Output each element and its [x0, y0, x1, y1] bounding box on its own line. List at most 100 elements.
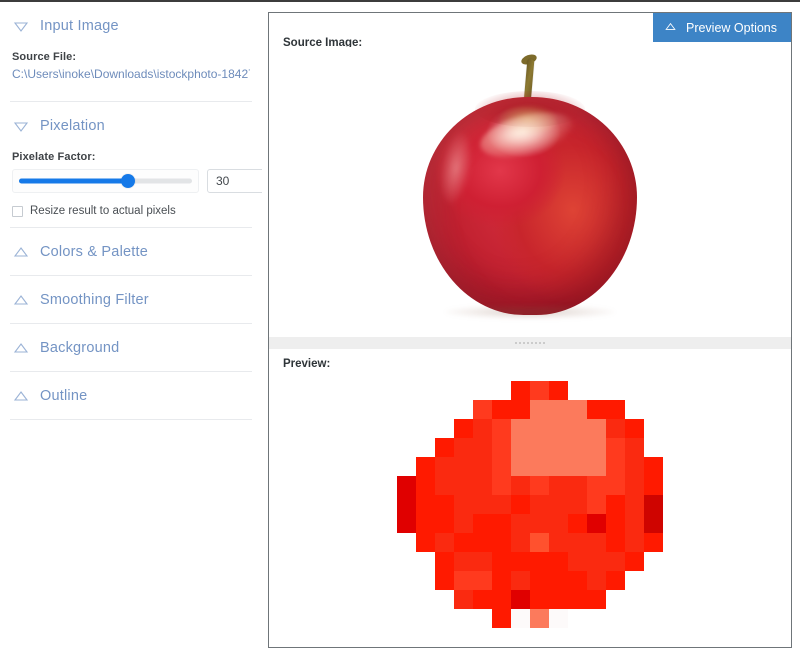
pixel-cell	[435, 552, 454, 571]
pixel-cell	[644, 533, 663, 552]
section-header-smoothing-filter[interactable]: Smoothing Filter	[0, 276, 262, 323]
pixel-cell	[435, 571, 454, 590]
pixel-cell	[587, 533, 606, 552]
resize-result-checkbox[interactable]	[12, 205, 23, 217]
resize-result-row[interactable]: Resize result to actual pixels	[12, 205, 250, 217]
pixel-cell	[549, 381, 568, 400]
pixel-cell	[397, 609, 416, 628]
pixel-cell	[568, 571, 587, 590]
pane-splitter[interactable]	[269, 337, 791, 349]
source-file-label: Source File:	[12, 51, 77, 63]
pixel-cell	[568, 552, 587, 571]
pixel-cell	[587, 590, 606, 609]
pixel-cell	[454, 457, 473, 476]
pixel-cell	[397, 552, 416, 571]
triangle-down-icon	[12, 117, 30, 135]
pixel-cell	[644, 476, 663, 495]
pixel-cell	[511, 381, 530, 400]
pixel-cell	[473, 552, 492, 571]
pixel-cell	[625, 571, 644, 590]
pixel-cell	[549, 552, 568, 571]
pixel-cell	[530, 495, 549, 514]
pixelate-factor-row	[12, 169, 262, 193]
pixel-cell	[625, 533, 644, 552]
pixel-cell	[530, 400, 549, 419]
pixel-cell	[397, 438, 416, 457]
section-header-input-image[interactable]: Input Image	[0, 2, 262, 49]
section-title-colors-palette: Colors & Palette	[40, 243, 148, 260]
divider	[10, 419, 252, 420]
pixel-cell	[435, 590, 454, 609]
pixel-cell	[416, 438, 435, 457]
pixelate-factor-input[interactable]	[207, 169, 262, 193]
pixel-cell	[625, 495, 644, 514]
pixel-cell	[492, 400, 511, 419]
pixel-cell	[549, 590, 568, 609]
pixel-cell	[473, 419, 492, 438]
pixel-cell	[492, 495, 511, 514]
pixel-cell	[587, 381, 606, 400]
pixel-cell	[473, 590, 492, 609]
pixel-cell	[587, 476, 606, 495]
pixel-cell	[530, 590, 549, 609]
drag-grip-icon	[514, 340, 546, 346]
pixel-cell	[549, 476, 568, 495]
pixel-cell	[435, 457, 454, 476]
pixel-cell	[397, 419, 416, 438]
pixel-cell	[397, 590, 416, 609]
slider-thumb[interactable]	[120, 174, 135, 188]
pixel-cell	[625, 381, 644, 400]
pixel-cell	[473, 457, 492, 476]
pixel-cell	[454, 476, 473, 495]
triangle-up-icon	[12, 291, 30, 309]
pixel-cell	[530, 514, 549, 533]
preview-options-label: Preview Options	[685, 20, 777, 35]
pixel-cell	[511, 495, 530, 514]
source-file-path[interactable]: C:\Users\inoke\Downloads\istockphoto-184…	[12, 67, 250, 81]
pixel-cell	[530, 381, 549, 400]
pixel-cell	[568, 533, 587, 552]
pixel-cell	[492, 438, 511, 457]
pixel-cell	[625, 457, 644, 476]
pixel-cell	[511, 476, 530, 495]
pixel-cell	[397, 400, 416, 419]
pixel-cell	[530, 571, 549, 590]
pixel-cell	[549, 533, 568, 552]
pixel-cell	[530, 552, 549, 571]
pixel-cell	[625, 419, 644, 438]
resize-result-label: Resize result to actual pixels	[30, 205, 176, 217]
pixel-cell	[492, 571, 511, 590]
pixel-cell	[606, 609, 625, 628]
pixel-cell	[530, 438, 549, 457]
section-header-background[interactable]: Background	[0, 324, 262, 371]
pixel-cell	[625, 438, 644, 457]
pixel-cell	[568, 609, 587, 628]
section-header-colors-palette[interactable]: Colors & Palette	[0, 228, 262, 275]
pixel-cell	[568, 438, 587, 457]
pixel-cell	[606, 476, 625, 495]
pixel-cell	[473, 476, 492, 495]
pixel-cell	[454, 571, 473, 590]
section-title-background: Background	[40, 339, 120, 356]
source-apple-photo	[415, 52, 645, 321]
pixel-cell	[606, 400, 625, 419]
section-header-pixelation[interactable]: Pixelation	[0, 102, 262, 149]
pixel-cell	[511, 400, 530, 419]
section-header-outline[interactable]: Outline	[0, 372, 262, 419]
pixel-cell	[606, 381, 625, 400]
triangle-up-icon	[12, 339, 30, 357]
pixel-cell	[644, 571, 663, 590]
pixel-cell	[397, 381, 416, 400]
pixel-cell	[511, 419, 530, 438]
preview-options-button[interactable]: Preview Options	[652, 13, 791, 42]
pixel-cell	[644, 590, 663, 609]
preview-image-area	[269, 369, 791, 647]
apple-ground-shadow	[445, 305, 615, 319]
pixel-cell	[454, 609, 473, 628]
pixel-cell	[473, 609, 492, 628]
pixel-cell	[416, 381, 435, 400]
pixel-cell	[625, 609, 644, 628]
pixel-cell	[587, 495, 606, 514]
pixelate-factor-slider[interactable]	[12, 169, 199, 193]
pixel-cell	[568, 476, 587, 495]
